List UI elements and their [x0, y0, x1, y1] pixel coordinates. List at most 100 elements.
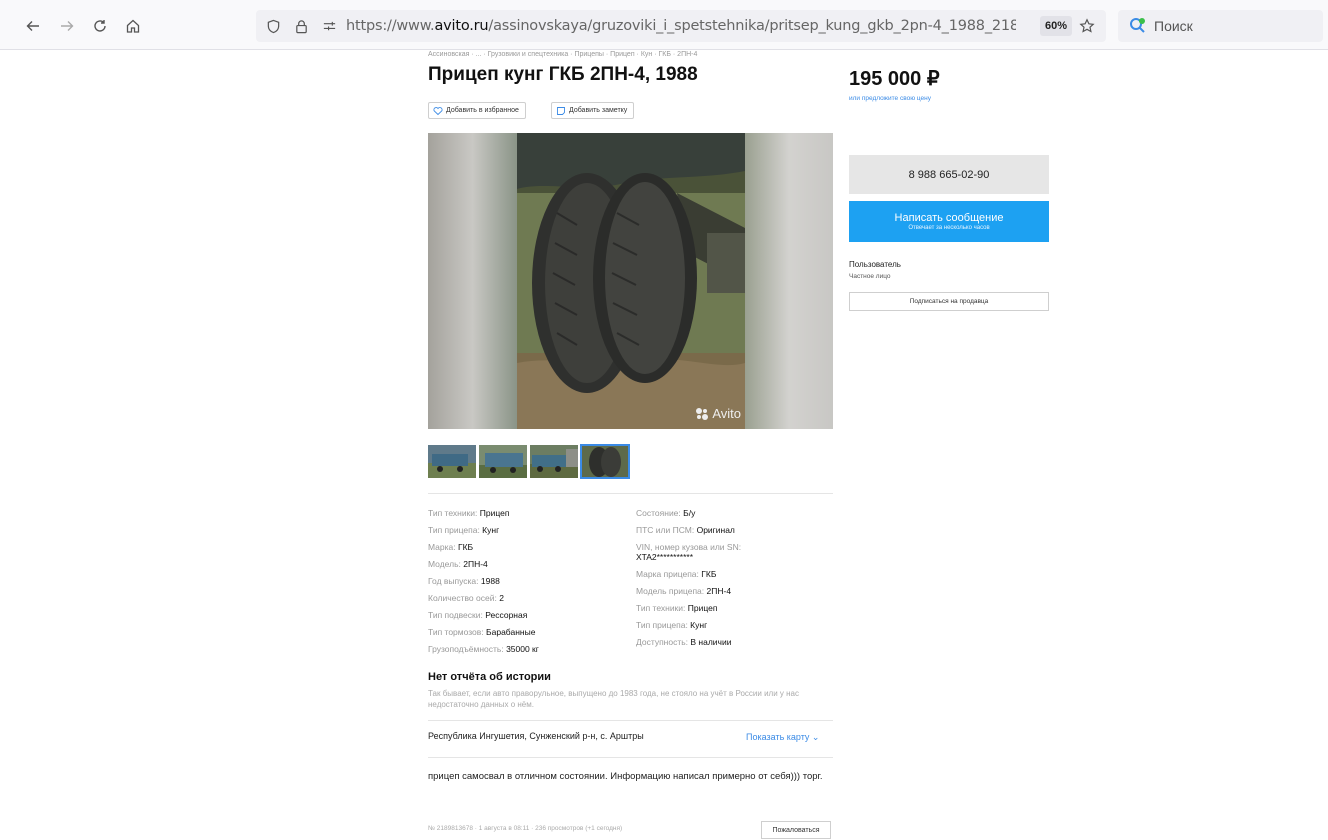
- subscribe-seller-button[interactable]: Подписаться на продавца: [849, 292, 1049, 311]
- thumbnail-1[interactable]: [428, 445, 476, 478]
- write-message-button[interactable]: Написать сообщение Отвечает за несколько…: [849, 201, 1049, 242]
- thumbnail-2[interactable]: [479, 445, 527, 478]
- param-value: Рессорная: [485, 610, 528, 620]
- page-title: Прицеп кунг ГКБ 2ПН-4, 1988: [428, 64, 698, 85]
- param-row: ПТС или ПСМ: Оригинал: [636, 522, 741, 539]
- avito-logo-icon: [696, 407, 709, 420]
- divider: [428, 493, 833, 494]
- param-value: Прицеп: [687, 603, 718, 613]
- add-note-label: Добавить заметку: [569, 107, 628, 114]
- gallery-left-blur: [428, 133, 517, 429]
- address-bar[interactable]: https://www.avito.ru/assinovskaya/gruzov…: [256, 10, 1106, 42]
- param-value: Прицеп: [479, 508, 510, 518]
- reload-icon[interactable]: [89, 15, 111, 37]
- main-photo-tires[interactable]: [517, 133, 745, 429]
- param-row: Тип прицепа: Кунг: [636, 617, 741, 634]
- param-value: Кунг: [690, 620, 708, 630]
- param-row: Грузоподъёмность: 35000 кг: [428, 641, 539, 658]
- param-value: XTA2***********: [636, 552, 694, 562]
- param-row: Марка: ГКБ: [428, 539, 539, 556]
- params-left-column: Тип техники: Прицеп Тип прицепа: Кунг Марк…: [428, 505, 539, 658]
- photo-gallery[interactable]: Avito: [428, 133, 833, 429]
- param-value: 35000 кг: [506, 644, 539, 654]
- param-label: ПТС или ПСМ:: [636, 525, 697, 535]
- params-right-column: Состояние: Б/у ПТС или ПСМ: Оригинал VIN, …: [636, 505, 741, 651]
- param-label: Доступность:: [636, 637, 691, 647]
- price-suggest-text[interactable]: или предложите свою цену: [849, 95, 931, 102]
- search-label: Поиск: [1154, 18, 1193, 34]
- param-row: Доступность: В наличии: [636, 634, 741, 651]
- response-time-label: Отвечает за несколько часов: [908, 225, 990, 231]
- heart-icon: [433, 106, 443, 116]
- param-value: Оригинал: [696, 525, 735, 535]
- avito-watermark: Avito: [695, 406, 741, 421]
- param-row: Количество осей: 2: [428, 590, 539, 607]
- param-label: Тип подвески:: [428, 610, 486, 620]
- param-row: VIN, номер кузова или SN: XTA2***********: [636, 542, 741, 562]
- param-label: Состояние:: [636, 508, 684, 518]
- seller-name[interactable]: Пользователь: [849, 260, 901, 269]
- param-row: Год выпуска: 1988: [428, 573, 539, 590]
- param-value: 2ПН-4: [463, 559, 488, 569]
- param-value: Барабанные: [486, 627, 536, 637]
- url-prefix: https://www.: [346, 18, 435, 34]
- show-map-link[interactable]: Показать карту ⌄: [746, 732, 819, 743]
- zoom-level-badge[interactable]: 60%: [1040, 16, 1073, 36]
- complain-button[interactable]: Пожаловаться: [761, 821, 831, 839]
- gallery-right-blur: [745, 133, 833, 429]
- lock-icon[interactable]: [290, 15, 312, 37]
- divider: [428, 720, 833, 721]
- param-row: Марка прицепа: ГКБ: [636, 566, 741, 583]
- add-favorite-button[interactable]: Добавить в избранное: [428, 102, 526, 119]
- forward-arrow-icon[interactable]: [56, 15, 78, 37]
- add-favorite-label: Добавить в избранное: [446, 107, 519, 114]
- param-label: Модель:: [428, 559, 464, 569]
- param-label: VIN, номер кузова или SN:: [636, 542, 742, 552]
- param-label: Тип тормозов:: [428, 627, 487, 637]
- thumbnail-3[interactable]: [530, 445, 578, 478]
- history-title: Нет отчёта об истории: [428, 671, 551, 683]
- param-row: Модель: 2ПН-4: [428, 556, 539, 573]
- param-value: 2ПН-4: [706, 586, 732, 596]
- add-note-button[interactable]: Добавить заметку: [551, 102, 635, 119]
- write-message-label: Написать сообщение: [894, 212, 1004, 224]
- listing-meta: № 2189813678 · 1 августа в 08:11 · 236 п…: [428, 825, 623, 832]
- param-value: Кунг: [482, 525, 500, 535]
- param-value: ГКБ: [701, 569, 717, 579]
- param-value: Б/у: [683, 508, 696, 518]
- url-text[interactable]: https://www.avito.ru/assinovskaya/gruzov…: [346, 18, 1016, 34]
- search-icon: [1130, 18, 1145, 33]
- divider: [428, 757, 833, 758]
- search-box[interactable]: Поиск: [1118, 10, 1323, 42]
- bookmark-star-icon[interactable]: [1076, 15, 1098, 37]
- back-arrow-icon[interactable]: [22, 15, 44, 37]
- param-label: Количество осей:: [428, 593, 500, 603]
- param-label: Марка:: [428, 542, 458, 552]
- param-row: Тип техники: Прицеп: [428, 505, 539, 522]
- shield-icon[interactable]: [262, 15, 284, 37]
- param-value: В наличии: [690, 637, 732, 647]
- home-icon[interactable]: [122, 15, 144, 37]
- note-icon: [556, 106, 566, 116]
- param-row: Тип прицепа: Кунг: [428, 522, 539, 539]
- price: 195 000 ₽: [849, 68, 940, 90]
- param-label: Марка прицепа:: [636, 569, 702, 579]
- param-label: Тип техники:: [428, 508, 480, 518]
- url-domain: avito.ru: [434, 18, 489, 34]
- price-suggest-link[interactable]: или предложите свою цену: [849, 95, 931, 102]
- breadcrumb[interactable]: Ассиновская · ... · Грузовики и спецтехн…: [428, 51, 697, 58]
- url-path: /assinovskaya/gruzoviki_i_spetstehnika/p…: [488, 18, 1016, 34]
- param-value: 2: [499, 593, 504, 603]
- param-value: 1988: [480, 576, 500, 586]
- show-phone-button[interactable]: 8 988 665-02-90: [849, 155, 1049, 194]
- permissions-icon[interactable]: [318, 15, 340, 37]
- param-row: Модель прицепа: 2ПН-4: [636, 583, 741, 600]
- param-value: ГКБ: [458, 542, 474, 552]
- location-address: Республика Ингушетия, Сунженский р-н, с.…: [428, 731, 644, 741]
- thumbnail-strip: [428, 444, 630, 479]
- seller-type: Частное лицо: [849, 273, 891, 280]
- param-label: Тип прицепа:: [428, 525, 483, 535]
- history-text: Так бывает, если авто праворульное, выпу…: [428, 689, 799, 709]
- thumbnail-4-active[interactable]: [580, 444, 630, 479]
- param-label: Модель прицепа:: [636, 586, 707, 596]
